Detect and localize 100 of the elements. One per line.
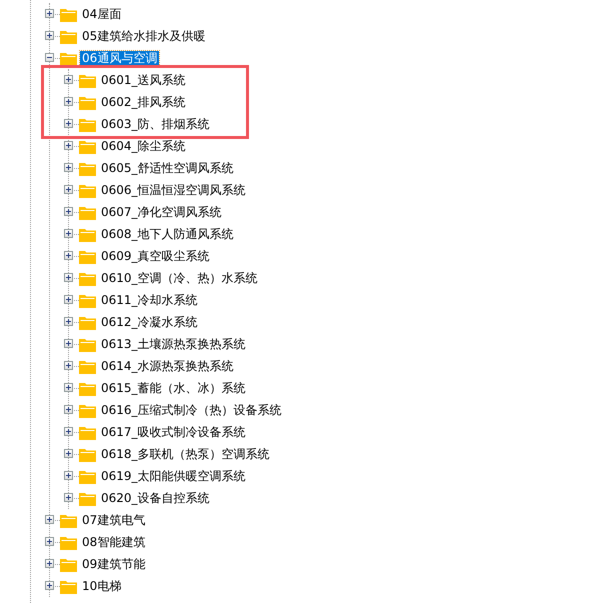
folder-icon: [79, 292, 96, 308]
tree-item[interactable]: 05建筑给水排水及供暖: [80, 28, 208, 44]
plus-icon: [66, 275, 71, 280]
folder-icon: [79, 314, 96, 330]
expand-button[interactable]: [64, 317, 73, 326]
folder-icon: [79, 380, 96, 396]
expand-button[interactable]: [64, 383, 73, 392]
expand-button[interactable]: [64, 97, 73, 106]
expand-button[interactable]: [64, 339, 73, 348]
tree-item[interactable]: 0612_冷凝水系统: [99, 314, 200, 330]
expand-button[interactable]: [45, 515, 54, 524]
folder-icon: [79, 72, 96, 88]
folder-icon: [79, 116, 96, 132]
tree-item[interactable]: 0613_土壤源热泵换热系统: [99, 336, 248, 352]
expand-button[interactable]: [64, 251, 73, 260]
expand-button[interactable]: [64, 207, 73, 216]
tree-item[interactable]: 0614_水源热泵换热系统: [99, 358, 236, 374]
tree-item[interactable]: 0609_真空吸尘系统: [99, 248, 212, 264]
expand-button[interactable]: [45, 9, 54, 18]
plus-icon: [66, 231, 71, 236]
plus-icon: [66, 121, 71, 126]
tree-item[interactable]: 0618_多联机（热泵）空调系统: [99, 446, 272, 462]
tree-item[interactable]: 09建筑节能: [80, 556, 148, 572]
folder-icon: [60, 6, 77, 22]
expand-button[interactable]: [64, 361, 73, 370]
plus-icon: [66, 77, 71, 82]
expand-button[interactable]: [45, 31, 54, 40]
plus-icon: [66, 495, 71, 500]
expand-button[interactable]: [64, 185, 73, 194]
expand-button[interactable]: [64, 229, 73, 238]
folder-icon: [60, 50, 77, 66]
tree-item[interactable]: 0611_冷却水系统: [99, 292, 200, 308]
expand-button[interactable]: [45, 559, 54, 568]
tree-item[interactable]: 0620_设备自控系统: [99, 490, 212, 506]
tree-item[interactable]: 0604_除尘系统: [99, 138, 188, 154]
tree-item[interactable]: 0602_排风系统: [99, 94, 188, 110]
tree-item[interactable]: 0607_净化空调风系统: [99, 204, 224, 220]
folder-icon: [79, 204, 96, 220]
tree-item[interactable]: 08智能建筑: [80, 534, 148, 550]
plus-icon: [47, 539, 52, 544]
expand-button[interactable]: [64, 273, 73, 282]
plus-icon: [47, 561, 52, 566]
folder-icon: [79, 424, 96, 440]
collapse-button[interactable]: [45, 53, 54, 62]
plus-icon: [66, 297, 71, 302]
expand-button[interactable]: [64, 163, 73, 172]
folder-icon: [79, 446, 96, 462]
expand-button[interactable]: [45, 581, 54, 590]
tree-item[interactable]: 0616_压缩式制冷（热）设备系统: [99, 402, 284, 418]
folder-icon: [79, 490, 96, 506]
expand-button[interactable]: [64, 493, 73, 502]
folder-icon: [79, 468, 96, 484]
tree-item[interactable]: 10电梯: [80, 578, 124, 594]
tree-item[interactable]: 0603_防、排烟系统: [99, 116, 212, 132]
folder-icon: [60, 512, 77, 528]
plus-icon: [47, 33, 52, 38]
minus-icon: [47, 55, 52, 60]
plus-icon: [66, 473, 71, 478]
folder-icon: [79, 358, 96, 374]
plus-icon: [66, 143, 71, 148]
folder-icon: [60, 578, 77, 594]
folder-icon: [60, 534, 77, 550]
plus-icon: [66, 429, 71, 434]
folder-icon: [79, 160, 96, 176]
tree-item[interactable]: 06通风与空调: [80, 50, 160, 66]
folder-icon: [79, 226, 96, 242]
expand-button[interactable]: [45, 537, 54, 546]
expand-button[interactable]: [64, 141, 73, 150]
folder-icon: [79, 248, 96, 264]
expand-button[interactable]: [64, 449, 73, 458]
folder-icon: [79, 402, 96, 418]
expand-button[interactable]: [64, 119, 73, 128]
plus-icon: [66, 253, 71, 258]
plus-icon: [66, 165, 71, 170]
tree-item[interactable]: 0605_舒适性空调风系统: [99, 160, 236, 176]
plus-icon: [66, 385, 71, 390]
plus-icon: [66, 209, 71, 214]
plus-icon: [66, 451, 71, 456]
expand-button[interactable]: [64, 427, 73, 436]
tree-item[interactable]: 0610_空调（冷、热）水系统: [99, 270, 260, 286]
folder-icon: [79, 138, 96, 154]
expand-button[interactable]: [64, 405, 73, 414]
tree-item[interactable]: 0601_送风系统: [99, 72, 188, 88]
tree-item[interactable]: 04屋面: [80, 6, 124, 22]
plus-icon: [66, 99, 71, 104]
tree-item[interactable]: 0608_地下人防通风系统: [99, 226, 236, 242]
plus-icon: [66, 363, 71, 368]
expand-button[interactable]: [64, 471, 73, 480]
expand-button[interactable]: [64, 295, 73, 304]
folder-icon: [79, 182, 96, 198]
plus-icon: [66, 407, 71, 412]
tree-item[interactable]: 0617_吸收式制冷设备系统: [99, 424, 248, 440]
expand-button[interactable]: [64, 75, 73, 84]
tree-item[interactable]: 0606_恒温恒湿空调风系统: [99, 182, 248, 198]
folder-icon: [79, 94, 96, 110]
tree-item[interactable]: 07建筑电气: [80, 512, 148, 528]
plus-icon: [66, 341, 71, 346]
tree-item[interactable]: 0615_蓄能（水、冰）系统: [99, 380, 248, 396]
tree-item[interactable]: 0619_太阳能供暖空调系统: [99, 468, 248, 484]
folder-icon: [79, 336, 96, 352]
